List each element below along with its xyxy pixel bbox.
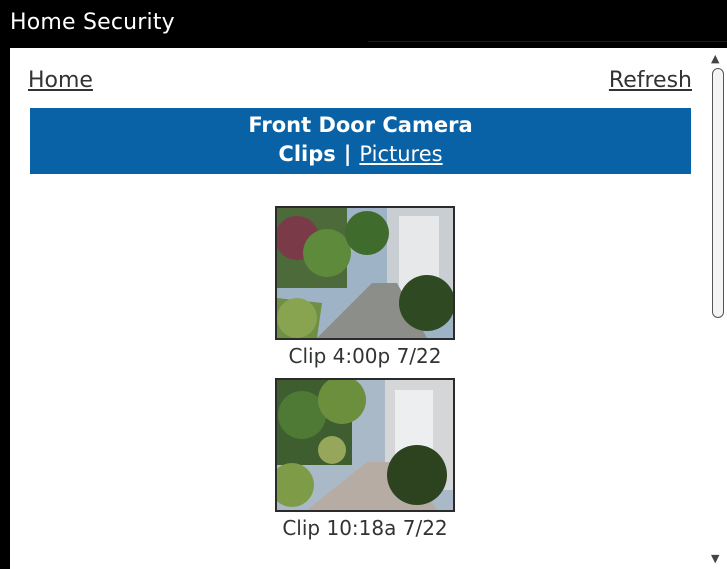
app-title: Home Security xyxy=(10,10,175,35)
title-divider xyxy=(368,41,727,42)
chevron-up-icon[interactable]: ▲ xyxy=(711,52,719,65)
clip-caption: Clip 10:18a 7/22 xyxy=(282,516,448,540)
scrollbar[interactable]: ▲ ▼ xyxy=(706,48,727,569)
tab-separator: | xyxy=(343,142,352,166)
clip-item[interactable]: Clip 4:00p 7/22 xyxy=(275,206,455,368)
media-tabs: Clips | Pictures xyxy=(30,142,691,166)
chevron-down-icon[interactable]: ▼ xyxy=(711,552,719,565)
refresh-link[interactable]: Refresh xyxy=(609,68,692,93)
frame-edge xyxy=(0,48,10,569)
clip-caption: Clip 4:00p 7/22 xyxy=(288,344,442,368)
camera-banner: Front Door Camera Clips | Pictures xyxy=(30,108,691,174)
clip-thumbnail[interactable] xyxy=(275,378,455,512)
tab-clips: Clips xyxy=(278,142,336,166)
top-nav: Home Refresh xyxy=(28,68,692,98)
home-link[interactable]: Home xyxy=(28,68,93,93)
page-content: Home Refresh Front Door Camera Clips | Pic… xyxy=(10,48,706,569)
clip-item[interactable]: Clip 10:18a 7/22 xyxy=(275,378,455,540)
scrollbar-thumb[interactable] xyxy=(712,68,724,318)
clip-thumbnail[interactable] xyxy=(275,206,455,340)
title-bar: Home Security xyxy=(0,0,727,49)
tab-pictures[interactable]: Pictures xyxy=(359,142,442,166)
camera-title: Front Door Camera xyxy=(248,113,473,137)
